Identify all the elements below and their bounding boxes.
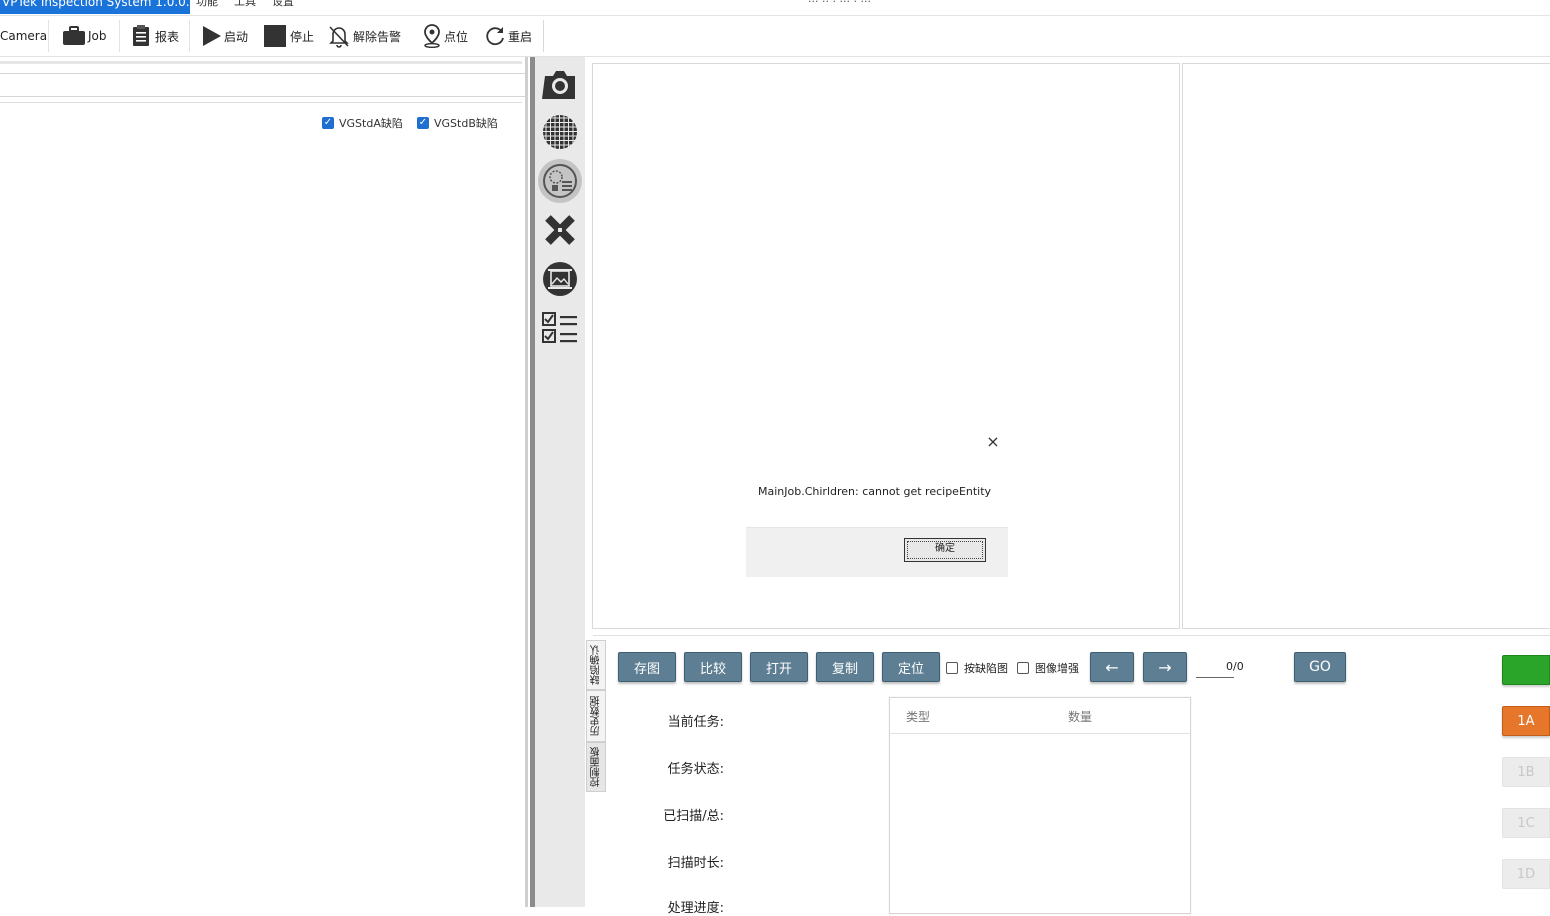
menu-tools[interactable]: 工具 — [234, 0, 256, 10]
stop-button[interactable]: 停止 — [264, 22, 314, 50]
checkbox-unchecked-icon — [946, 662, 958, 674]
toolbar-divider — [189, 20, 190, 52]
scanned-total-label: 已扫描/总: — [663, 809, 724, 824]
left-pane-header-line — [0, 61, 522, 64]
checkbox-unchecked-icon — [1017, 662, 1029, 674]
camera-button[interactable]: Camera — [0, 22, 47, 50]
table-header: 类型 数量 — [890, 698, 1190, 734]
restart-button-label: 重启 — [508, 29, 533, 44]
image-frame-icon[interactable] — [541, 260, 579, 298]
vgstda-defect-label: VGStdA缺陷 — [339, 117, 403, 130]
next-button[interactable]: → — [1143, 652, 1187, 682]
location-pin-icon — [424, 24, 440, 48]
image-enhance-label: 图像增强 — [1035, 662, 1079, 675]
point-button-label: 点位 — [444, 29, 469, 44]
checklist-icon[interactable] — [541, 309, 579, 347]
toolbar: Camera Job 报表 启动 停止 解除告警 点位 重启 — [0, 16, 1550, 57]
camera-icon[interactable] — [541, 65, 579, 103]
report-button-label: 报表 — [155, 29, 180, 44]
map-list-icon[interactable] — [538, 159, 582, 203]
column-type[interactable]: 类型 — [906, 708, 930, 725]
clear-alarm-button[interactable]: 解除告警 — [327, 22, 401, 50]
restart-button[interactable]: 重启 — [484, 22, 532, 50]
ruler-pencil-icon[interactable] — [541, 211, 579, 249]
open-button[interactable]: 打开 — [750, 652, 808, 682]
go-button[interactable]: GO — [1294, 652, 1346, 682]
task-status-label: 任务状态: — [667, 762, 724, 777]
column-count[interactable]: 数量 — [1068, 708, 1092, 725]
bottom-panel-divider — [593, 635, 1550, 636]
stop-icon — [264, 25, 286, 47]
copy-button[interactable]: 复制 — [816, 652, 874, 682]
vgstdb-defect-checkbox[interactable]: ✓ VGStdB缺陷 — [417, 115, 498, 131]
menu-bar: VPTek Inspection System 1.0.0.0 功能 工具 设置… — [0, 0, 1550, 16]
left-search-input[interactable] — [0, 73, 528, 97]
station-1b-button[interactable]: 1B — [1502, 757, 1550, 787]
dialog-close-button[interactable]: × — [985, 433, 1001, 451]
dialog-ok-button[interactable]: 确定 — [904, 538, 986, 562]
save-image-button[interactable]: 存图 — [618, 652, 676, 682]
checkbox-checked-icon: ✓ — [322, 117, 334, 129]
scan-duration-label: 扫描时长: — [667, 856, 724, 871]
vgstdb-defect-label: VGStdB缺陷 — [434, 117, 498, 130]
prev-button[interactable]: ← — [1090, 652, 1134, 682]
checkbox-checked-icon: ✓ — [417, 117, 429, 129]
app-title: VPTek Inspection System 1.0.0.0 — [0, 0, 190, 14]
job-button[interactable]: Job — [62, 22, 107, 50]
station-1a-button[interactable]: 1A — [1502, 706, 1550, 736]
job-button-label: Job — [88, 29, 107, 43]
pane-splitter[interactable] — [525, 57, 535, 907]
stop-button-label: 停止 — [290, 29, 315, 44]
camera-button-label: Camera — [0, 29, 48, 43]
current-task-label: 当前任务: — [667, 715, 724, 730]
window-caption: ··· ·· · ··· · ··· — [808, 0, 871, 8]
vgstda-defect-checkbox[interactable]: ✓ VGStdA缺陷 — [322, 115, 403, 131]
station-1d-button[interactable]: 1D — [1502, 859, 1550, 889]
play-icon — [203, 26, 221, 46]
run-status-button[interactable] — [1502, 655, 1550, 685]
refresh-icon — [486, 27, 504, 46]
compare-button[interactable]: 比较 — [684, 652, 742, 682]
tab-defect-confirm-label: 缺陷确认 — [590, 645, 602, 685]
point-button[interactable]: 点位 — [422, 22, 468, 50]
tab-defect-confirm[interactable]: 缺陷确认 — [586, 640, 606, 690]
by-defect-image-label: 按缺陷图 — [964, 662, 1008, 675]
menu-function[interactable]: 功能 — [196, 0, 218, 10]
image-enhance-checkbox[interactable]: 图像增强 — [1017, 660, 1079, 676]
left-pane-divider — [0, 102, 522, 103]
icon-sidebar — [535, 57, 585, 907]
grid-globe-icon[interactable] — [541, 113, 579, 151]
image-viewer-right[interactable] — [1182, 63, 1550, 629]
start-button-label: 启动 — [224, 29, 249, 44]
dialog-message: MainJob.Chirldren: cannot get recipeEnti… — [758, 485, 992, 498]
locate-button[interactable]: 定位 — [882, 652, 940, 682]
clear-alarm-button-label: 解除告警 — [353, 29, 402, 44]
briefcase-icon — [63, 26, 85, 45]
by-defect-image-checkbox[interactable]: 按缺陷图 — [946, 660, 1008, 676]
toolbar-divider — [48, 20, 49, 52]
station-1c-button[interactable]: 1C — [1502, 808, 1550, 838]
defect-stats-table[interactable]: 类型 数量 — [889, 697, 1191, 914]
bell-off-icon — [329, 26, 349, 48]
start-button[interactable]: 启动 — [202, 22, 248, 50]
toolbar-end-divider — [543, 20, 544, 52]
toolbar-divider — [119, 20, 120, 52]
page-indicator: 0/0 — [1226, 660, 1244, 673]
report-icon — [133, 25, 149, 46]
menu-settings[interactable]: 设置 — [272, 0, 294, 10]
report-button[interactable]: 报表 — [132, 22, 179, 50]
